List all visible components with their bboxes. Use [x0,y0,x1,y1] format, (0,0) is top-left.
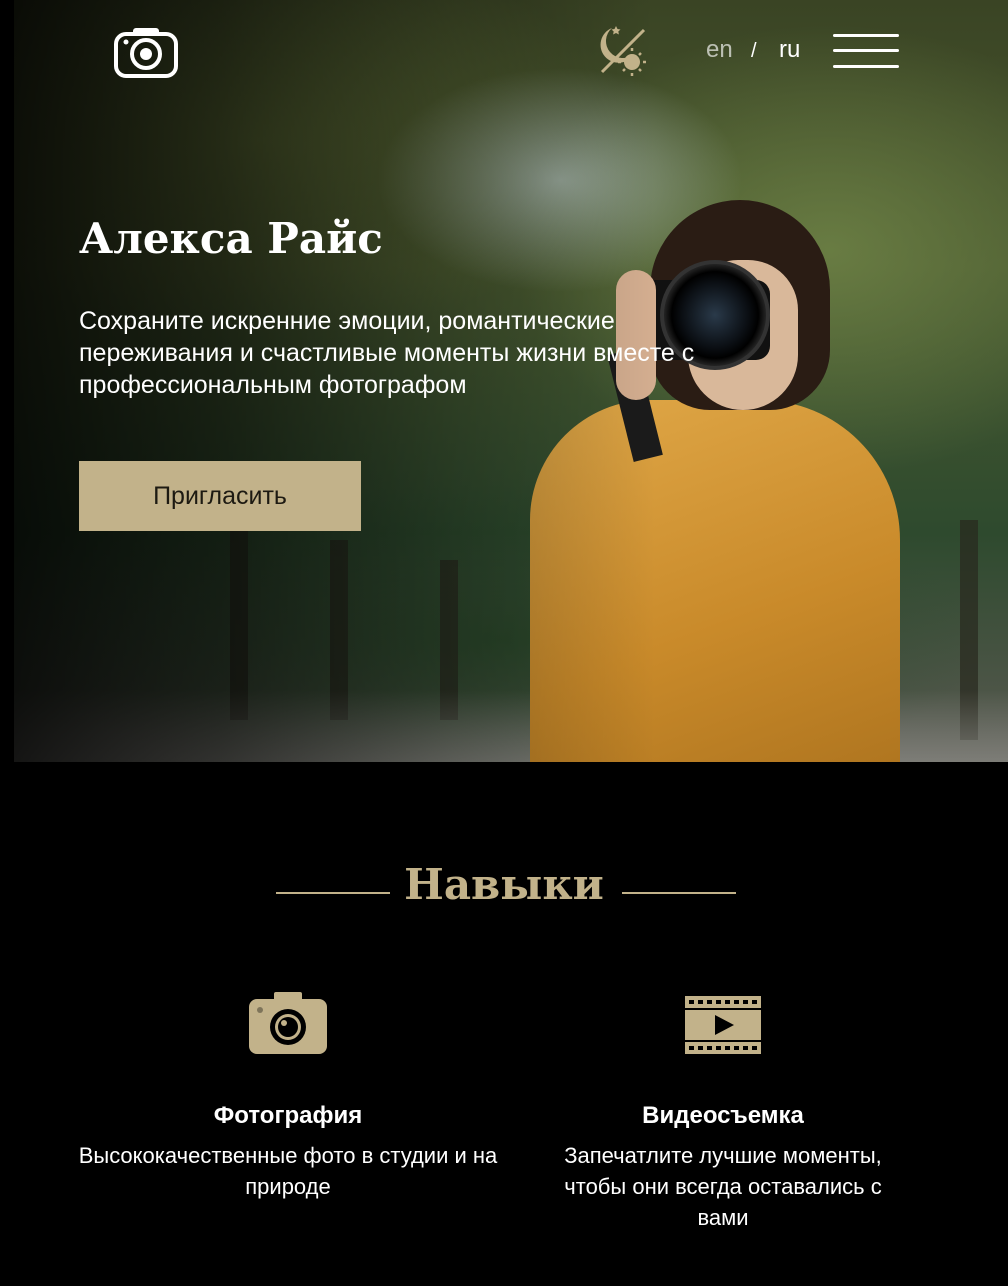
title-divider-right [622,892,736,894]
video-film-icon [685,996,761,1054]
skill-name: Видеосъемка [642,1102,804,1129]
language-en-link[interactable]: en [706,36,733,64]
skill-description: Запечатлите лучшие моменты, чтобы они вс… [564,1143,882,1230]
skills-title: Навыки [404,860,604,909]
left-edge [0,0,14,762]
hero-description: Сохраните искренние эмоции, романтически… [79,307,695,399]
skill-description: Высококачественные фото в студии и на пр… [78,1143,498,1199]
photo-camera-icon [249,992,327,1054]
hamburger-menu-icon[interactable] [833,32,899,70]
language-ru-link[interactable]: ru [779,36,800,64]
camera-logo-icon[interactable] [113,25,179,79]
skill-card-videography: Видеосъемка Запечатлите лучшие моменты, … [503,990,943,1233]
hero-title: Алекса Райс [79,214,383,263]
sun-moon-icon[interactable] [594,22,652,80]
skill-card-photography: Фотография Высококачественные фото в сту… [68,990,508,1202]
language-separator: / [751,40,757,62]
hero-section: en / ru Алекса Райс Сохраните искренние … [0,0,1008,762]
skill-name: Фотография [213,1102,363,1129]
invite-button[interactable]: Пригласить [79,461,361,531]
